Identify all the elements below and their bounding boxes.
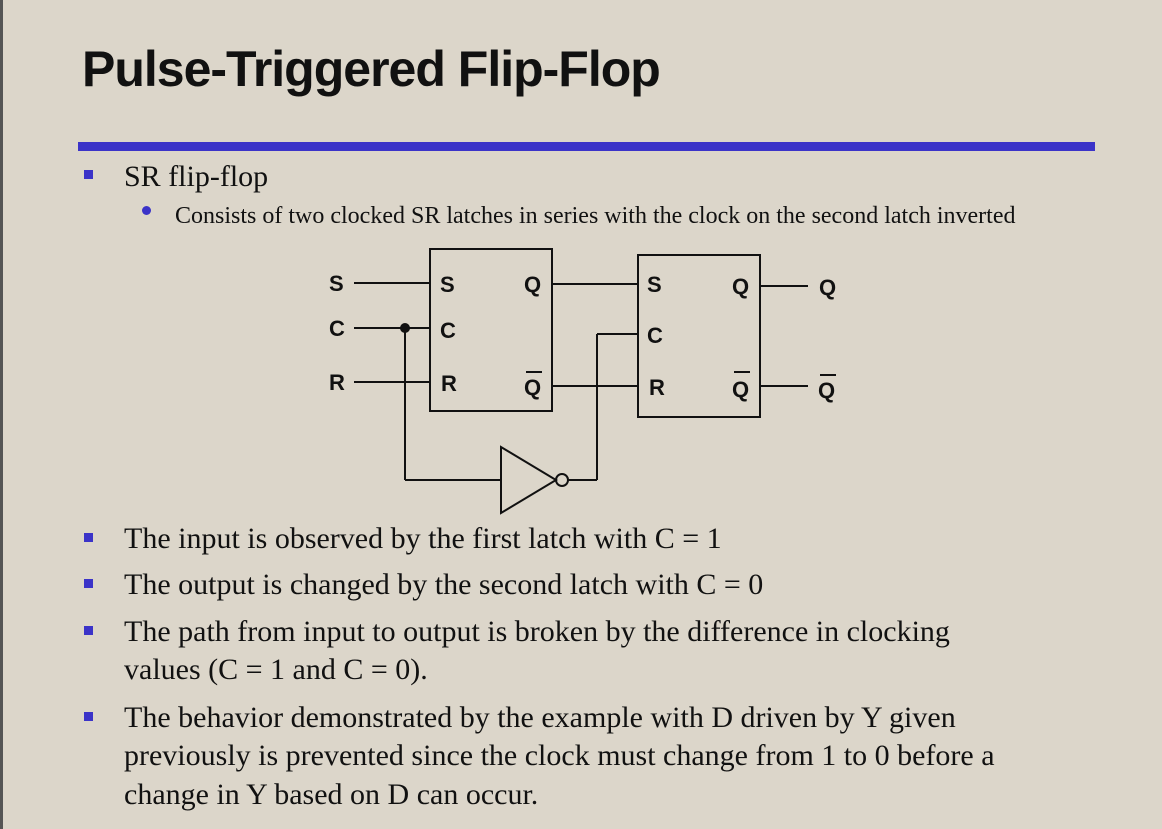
latch-1-q-label: Q <box>524 272 541 297</box>
output-label-q: Q <box>819 275 836 300</box>
latch-1-qbar-label: Q <box>524 375 541 400</box>
latch-2-q-label: Q <box>732 274 749 299</box>
point-text: The behavior demonstrated by the example… <box>124 701 956 734</box>
point-text-continued: values (C = 1 and C = 0). <box>124 653 428 686</box>
input-label-r: R <box>329 370 345 395</box>
latch-2-r-label: R <box>649 375 665 400</box>
bullet-marker <box>84 533 93 542</box>
latch-2-qbar-label: Q <box>732 377 749 402</box>
latch-1-c-label: C <box>440 318 456 343</box>
inverter-triangle <box>500 445 558 515</box>
point-text-continued: previously is prevented since the clock … <box>124 739 995 772</box>
bullet-marker <box>84 626 93 635</box>
latch-1-s-label: S <box>440 272 455 297</box>
latch-2-c-label: C <box>647 323 663 348</box>
latch-2-s-label: S <box>647 272 662 297</box>
point-text-continued: change in Y based on D can occur. <box>124 778 539 811</box>
output-label-qbar: Q <box>818 378 835 403</box>
junction-dot <box>400 323 410 333</box>
latch-1-r-label: R <box>441 371 457 396</box>
point-text: The output is changed by the second latc… <box>124 568 764 601</box>
input-label-s: S <box>329 271 344 296</box>
bullet-marker <box>84 712 93 721</box>
point-text: The path from input to output is broken … <box>124 615 950 648</box>
bullet-marker <box>84 579 93 588</box>
input-label-c: C <box>329 316 345 341</box>
point-text: The input is observed by the first latch… <box>124 522 722 555</box>
